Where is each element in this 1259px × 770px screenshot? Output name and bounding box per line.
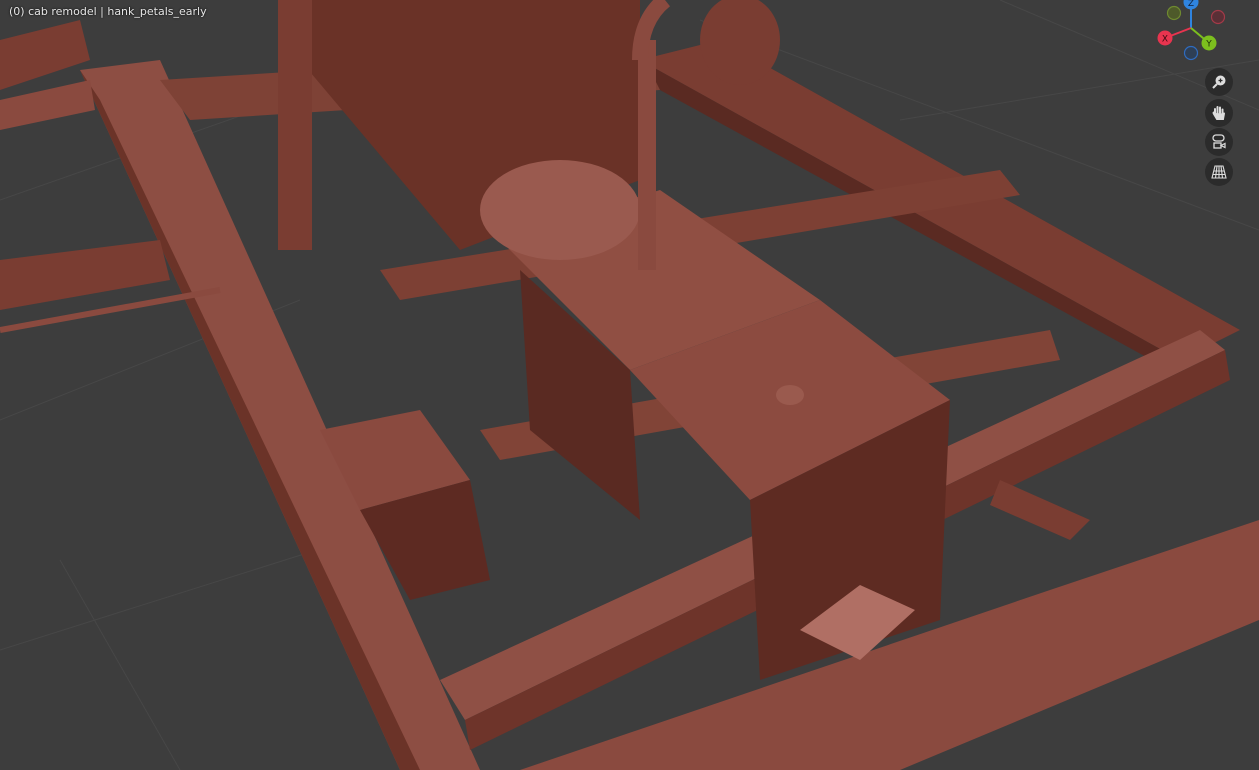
y-axis-label: Y <box>1205 40 1212 50</box>
z-axis-label: Z <box>1188 0 1194 9</box>
pan-hand-icon <box>1212 106 1225 120</box>
x-axis-label: X <box>1162 35 1168 45</box>
camera-view-button[interactable] <box>1205 128 1233 156</box>
neg-z-axis-handle[interactable] <box>1166 5 1182 21</box>
vehicle-chassis-model[interactable] <box>0 0 1259 770</box>
zoom-icon <box>1212 75 1226 89</box>
pan-button[interactable] <box>1205 99 1233 127</box>
3d-viewport[interactable] <box>0 0 1259 770</box>
zoom-button[interactable] <box>1205 68 1233 96</box>
neg-x-axis-handle[interactable] <box>1210 9 1226 25</box>
viewport-header-text: (0) cab remodel | hank_petals_early <box>9 5 207 18</box>
camera-view-icon <box>1212 134 1226 149</box>
perspective-grid-icon <box>1211 165 1227 179</box>
navigation-gizmo[interactable]: Z X Y <box>1150 0 1259 70</box>
neg-y-axis-handle[interactable] <box>1183 45 1199 61</box>
perspective-toggle-button[interactable] <box>1205 158 1233 186</box>
